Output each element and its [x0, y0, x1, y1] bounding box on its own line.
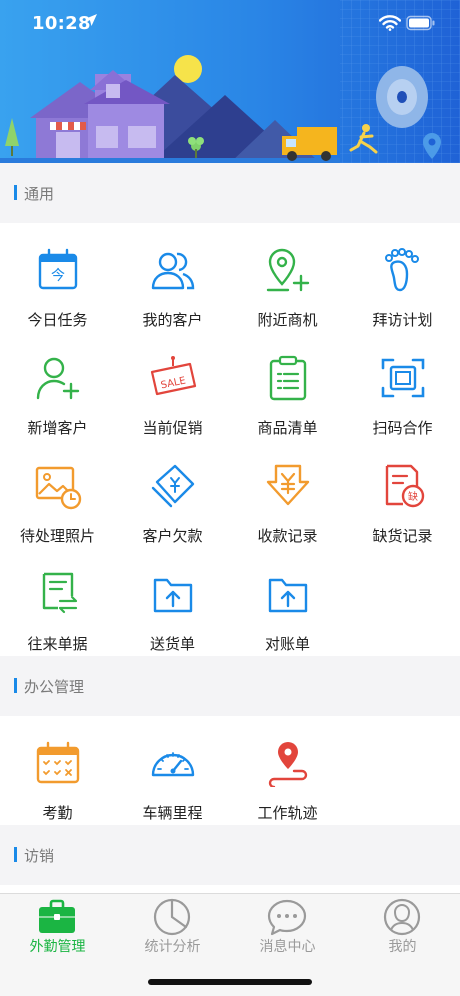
app-screen: 10:28 通用 今 今日任务 我的客户 附近商机 拜访计划 新增客户 SALE… — [0, 0, 460, 996]
grid-item-product-list[interactable]: 商品清单 — [230, 331, 345, 439]
grid-item-exchange-documents[interactable]: 往来单据 — [0, 547, 115, 655]
grid-item-label: 待处理照片 — [19, 527, 95, 545]
grid-item-add-customer[interactable]: 新增客户 — [0, 331, 115, 439]
location-add-icon — [266, 248, 310, 292]
users-icon — [151, 252, 195, 290]
grid-item-customer-debt[interactable]: 客户欠款 — [115, 439, 230, 547]
grid-item-label: 当前促销 — [142, 419, 203, 437]
route-pin-icon — [268, 742, 308, 787]
yuan-down-icon — [266, 464, 310, 506]
grid-item-today-tasks[interactable]: 今 今日任务 — [0, 223, 115, 331]
grid-item-label: 工作轨迹 — [257, 804, 318, 822]
grid-item-delivery-note[interactable]: 送货单 — [115, 547, 230, 655]
grid-item-my-customers[interactable]: 我的客户 — [115, 223, 230, 331]
section-marker — [14, 847, 17, 862]
tab-statistics[interactable]: 统计分析 — [115, 894, 230, 964]
exchange-doc-icon — [42, 572, 78, 614]
grid-item-label: 扫码合作 — [372, 419, 433, 437]
calendar-icon: 今 — [38, 248, 78, 290]
wifi-icon — [379, 15, 401, 31]
header-banner: 10:28 — [0, 0, 460, 163]
add-user-icon — [36, 357, 80, 400]
pie-chart-icon — [153, 898, 191, 936]
home-indicator[interactable] — [148, 979, 312, 985]
grid-item-shortage-records[interactable]: 缺 缺货记录 — [345, 439, 460, 547]
grid-item-attendance[interactable]: 考勤 — [0, 716, 115, 824]
grid-item-nearby-opportunities[interactable]: 附近商机 — [230, 223, 345, 331]
grid-item-work-track[interactable]: 工作轨迹 — [230, 716, 345, 824]
office-grid: 考勤 车辆里程 工作轨迹 — [0, 716, 460, 825]
section-title: 访销 — [24, 847, 55, 865]
grid-item-label: 客户欠款 — [142, 527, 203, 545]
svg-text:缺: 缺 — [408, 490, 418, 503]
clipboard-list-icon — [269, 355, 307, 401]
status-time: 10:28 — [32, 13, 91, 34]
money-card-icon — [151, 464, 195, 508]
tab-mine[interactable]: 我的 — [345, 894, 460, 964]
visit-sales-grid — [0, 885, 460, 893]
grid-item-label: 商品清单 — [257, 419, 318, 437]
scan-icon — [381, 358, 425, 398]
grid-item-payment-records[interactable]: 收款记录 — [230, 439, 345, 547]
grid-item-label: 送货单 — [149, 635, 195, 653]
profile-icon — [383, 898, 421, 936]
folder-upload-icon — [268, 578, 308, 613]
status-bar: 10:28 — [0, 0, 460, 50]
grid-item-visit-plan[interactable]: 拜访计划 — [345, 223, 460, 331]
tab-field-management[interactable]: 外勤管理 — [0, 894, 115, 964]
grid-item-statement[interactable]: 对账单 — [230, 547, 345, 655]
location-arrow-icon — [85, 14, 97, 26]
grid-item-label: 往来单据 — [27, 635, 88, 653]
grid-item-current-promotions[interactable]: SALE 当前促销 — [115, 331, 230, 439]
grid-item-label: 车辆里程 — [142, 804, 203, 822]
tab-label: 统计分析 — [144, 939, 201, 955]
grid-item-label: 收款记录 — [257, 527, 318, 545]
briefcase-icon — [39, 899, 75, 933]
shortage-icon: 缺 — [385, 464, 425, 508]
section-title: 通用 — [24, 185, 55, 203]
photo-clock-icon — [35, 466, 82, 510]
grid-item-label: 今日任务 — [27, 311, 88, 329]
section-header-office: 办公管理 — [0, 656, 460, 714]
tab-label: 外勤管理 — [29, 939, 86, 955]
tab-label: 我的 — [388, 939, 417, 955]
grid-item-label: 拜访计划 — [372, 311, 433, 329]
grid-item-label: 新增客户 — [27, 419, 88, 437]
section-marker — [14, 678, 17, 693]
speedometer-icon — [151, 752, 195, 777]
attendance-calendar-icon — [36, 741, 80, 784]
grid-item-pending-photos[interactable]: 待处理照片 — [0, 439, 115, 547]
grid-item-scan-cooperation[interactable]: 扫码合作 — [345, 331, 460, 439]
grid-item-label: 考勤 — [42, 804, 73, 822]
battery-icon — [406, 15, 435, 31]
section-title: 办公管理 — [24, 678, 85, 696]
sale-tag-icon: SALE — [150, 356, 197, 396]
grid-item-label: 对账单 — [264, 635, 310, 653]
folder-upload-icon — [153, 578, 193, 613]
section-header-visit-sales: 访销 — [0, 825, 460, 883]
footprint-icon — [385, 248, 419, 292]
grid-item-label: 附近商机 — [257, 311, 318, 329]
section-marker — [14, 185, 17, 200]
tab-label: 消息中心 — [259, 939, 316, 955]
grid-item-label: 缺货记录 — [372, 527, 433, 545]
grid-item-label: 我的客户 — [142, 311, 203, 329]
general-grid: 今 今日任务 我的客户 附近商机 拜访计划 新增客户 SALE 当前促销 商品清… — [0, 223, 460, 656]
chat-bubble-icon — [267, 899, 307, 936]
grid-item-vehicle-mileage[interactable]: 车辆里程 — [115, 716, 230, 824]
tab-message-center[interactable]: 消息中心 — [230, 894, 345, 964]
svg-text:今: 今 — [51, 268, 65, 284]
section-header-general: 通用 — [0, 163, 460, 221]
